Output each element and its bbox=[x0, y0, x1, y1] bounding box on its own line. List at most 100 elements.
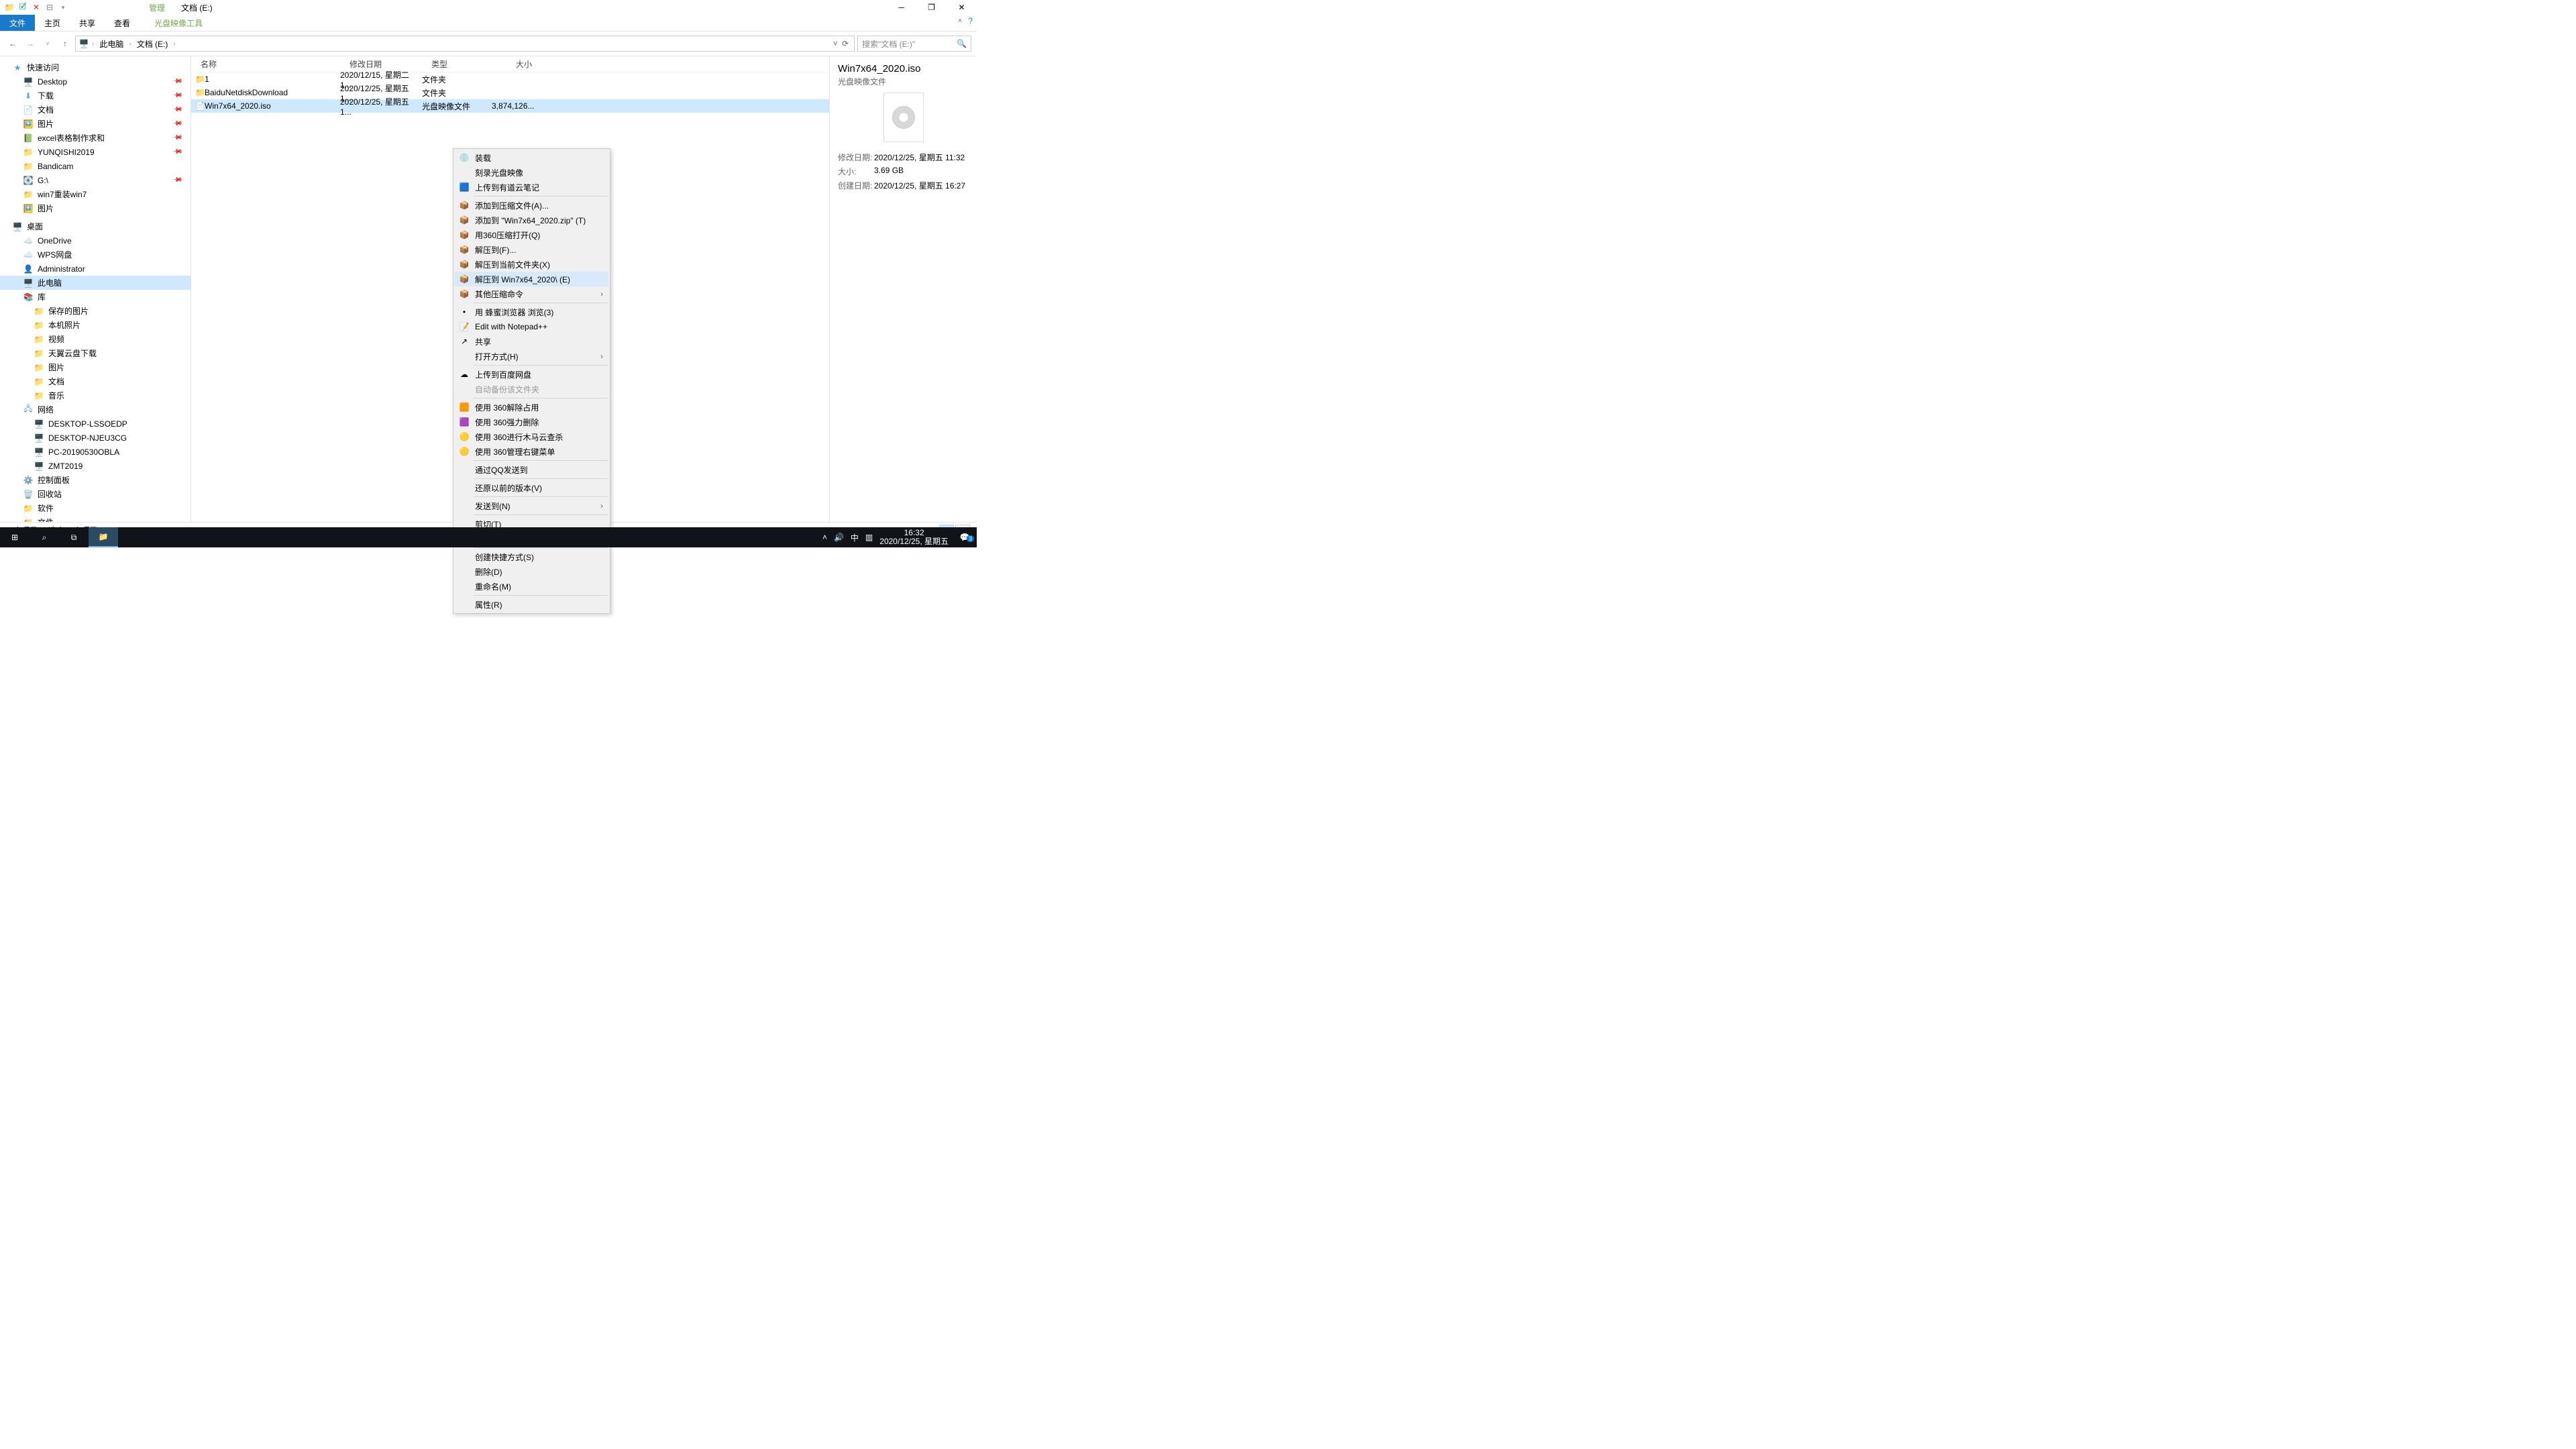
menu-item[interactable]: 还原以前的版本(V) bbox=[455, 480, 608, 495]
qat-props-icon[interactable]: ⊟ bbox=[44, 2, 55, 13]
tree-item[interactable]: 🗑️回收站 bbox=[0, 487, 191, 501]
tree-item[interactable]: 📁YUNQISHI2019📌 bbox=[0, 145, 191, 159]
tree-item[interactable]: 📁音乐 bbox=[0, 388, 191, 402]
menu-item[interactable]: 通过QQ发送到 bbox=[455, 462, 608, 477]
menu-item[interactable]: 📝 Edit with Notepad++ bbox=[455, 319, 608, 334]
tree-item[interactable]: 🖼️图片 bbox=[0, 201, 191, 215]
menu-item[interactable]: 删除(D) bbox=[455, 564, 608, 579]
tree-item[interactable]: 💽G:\📌 bbox=[0, 173, 191, 187]
tree-item[interactable]: 📁win7重装win7 bbox=[0, 187, 191, 201]
table-row[interactable]: 📁 1 2020/12/15, 星期二 1... 文件夹 bbox=[191, 72, 829, 86]
tree-item[interactable]: 📁文件 bbox=[0, 515, 191, 522]
tree-item[interactable]: 🖥️DESKTOP-LSSOEDP bbox=[0, 417, 191, 431]
ime-indicator[interactable]: 中 bbox=[851, 532, 859, 543]
menu-item[interactable]: 重命名(M) bbox=[455, 579, 608, 594]
tree-item[interactable]: ☁️OneDrive bbox=[0, 233, 191, 248]
menu-item[interactable]: ☁ 上传到百度网盘 bbox=[455, 367, 608, 382]
tree-item[interactable]: 🖥️PC-20190530OBLA bbox=[0, 445, 191, 459]
tab-file[interactable]: 文件 bbox=[0, 15, 35, 31]
crumb-drive[interactable]: 文档 (E:) bbox=[134, 38, 171, 50]
tab-view[interactable]: 查看 bbox=[105, 15, 140, 31]
col-name[interactable]: 名称 bbox=[191, 58, 340, 70]
menu-item[interactable]: 📦 解压到(F)... bbox=[455, 242, 608, 257]
menu-item[interactable]: 打开方式(H) › bbox=[455, 349, 608, 364]
forward-button[interactable]: → bbox=[23, 36, 38, 51]
tree-item[interactable]: 📁文档 bbox=[0, 374, 191, 388]
menu-item[interactable]: ↗ 共享 bbox=[455, 334, 608, 349]
menu-item[interactable]: 💿 装载 bbox=[455, 150, 608, 165]
qat-delete-icon[interactable]: ✕ bbox=[31, 2, 42, 13]
column-headers[interactable]: 名称 修改日期 类型 大小 bbox=[191, 56, 829, 72]
ribbon-toggle-icon[interactable]: ˄ bbox=[958, 17, 962, 25]
tree-item[interactable]: 🖥️Desktop📌 bbox=[0, 74, 191, 89]
search-icon[interactable]: 🔍 bbox=[957, 39, 967, 48]
address-dropdown-icon[interactable]: ˅ bbox=[833, 39, 838, 48]
menu-item[interactable]: 📦 解压到 Win7x64_2020\ (E) bbox=[455, 272, 608, 286]
tree-item[interactable]: 🖥️DESKTOP-NJEU3CG bbox=[0, 431, 191, 445]
tray-app-icon[interactable]: ▥ bbox=[865, 533, 873, 542]
menu-item[interactable]: 创建快捷方式(S) bbox=[455, 549, 608, 564]
breadcrumb[interactable]: 🖥️ › 此电脑 › 文档 (E:) › ˅ ⟳ bbox=[75, 36, 855, 52]
tray-chevron-icon[interactable]: ˄ bbox=[822, 533, 827, 542]
refresh-icon[interactable]: ⟳ bbox=[842, 39, 849, 48]
explorer-task-button[interactable]: 📁 bbox=[89, 527, 118, 547]
menu-item[interactable]: • 用 蜂蜜浏览器 浏览(3) bbox=[455, 305, 608, 319]
menu-item[interactable]: 📦 解压到当前文件夹(X) bbox=[455, 257, 608, 272]
tree-item[interactable]: ☁️WPS网盘 bbox=[0, 248, 191, 262]
menu-item[interactable]: 📦 添加到 "Win7x64_2020.zip" (T) bbox=[455, 213, 608, 227]
tree-item[interactable]: 📁图片 bbox=[0, 360, 191, 374]
tree-item[interactable]: 👤Administrator bbox=[0, 262, 191, 276]
menu-item[interactable]: 刻录光盘映像 bbox=[455, 165, 608, 180]
tree-item[interactable]: 📁Bandicam bbox=[0, 159, 191, 173]
chevron-right-icon[interactable]: › bbox=[173, 40, 175, 48]
tree-item[interactable]: 📁软件 bbox=[0, 501, 191, 515]
tree-item[interactable]: 📁保存的图片 bbox=[0, 304, 191, 318]
search-input[interactable]: 搜索"文档 (E:)" 🔍 bbox=[857, 36, 971, 52]
menu-item[interactable]: 📦 用360压缩打开(Q) bbox=[455, 227, 608, 242]
chevron-right-icon[interactable]: › bbox=[129, 40, 131, 48]
tree-quick-access[interactable]: ★快速访问 bbox=[0, 60, 191, 74]
up-button[interactable]: ↑ bbox=[58, 36, 72, 51]
clock[interactable]: 16:32 2020/12/25, 星期五 bbox=[879, 529, 949, 546]
search-button[interactable]: ⌕ bbox=[30, 527, 59, 547]
minimize-button[interactable]: ─ bbox=[886, 0, 916, 15]
back-button[interactable]: ← bbox=[5, 36, 20, 51]
table-row[interactable]: 📁 BaiduNetdiskDownload 2020/12/25, 星期五 1… bbox=[191, 86, 829, 99]
table-row[interactable]: 📄 Win7x64_2020.iso 2020/12/25, 星期五 1... … bbox=[191, 99, 829, 113]
notifications-button[interactable]: 💬3 bbox=[955, 533, 974, 542]
tree-item[interactable]: 🖼️图片📌 bbox=[0, 117, 191, 131]
menu-item[interactable]: 🟧 使用 360解除占用 bbox=[455, 400, 608, 415]
chevron-right-icon[interactable]: › bbox=[92, 40, 94, 48]
tree-item[interactable]: ⚙️控制面板 bbox=[0, 473, 191, 487]
maximize-button[interactable]: ❐ bbox=[916, 0, 947, 15]
col-size[interactable]: 大小 bbox=[492, 58, 539, 70]
menu-item[interactable]: 🟪 使用 360强力删除 bbox=[455, 415, 608, 429]
tab-disc-tools[interactable]: 光盘映像工具 bbox=[145, 15, 212, 31]
qat-save-icon[interactable]: 🗹 bbox=[17, 2, 28, 13]
tree-item[interactable]: 📗excel表格制作求和📌 bbox=[0, 131, 191, 145]
task-view-button[interactable]: ⧉ bbox=[59, 527, 89, 547]
menu-item[interactable]: 发送到(N) › bbox=[455, 498, 608, 513]
tree-desktop[interactable]: 🖥️桌面 bbox=[0, 219, 191, 233]
volume-icon[interactable]: 🔊 bbox=[834, 533, 844, 542]
menu-item[interactable]: 🟦 上传到有道云笔记 bbox=[455, 180, 608, 195]
recent-dropdown[interactable]: ˅ bbox=[40, 36, 55, 51]
tree-item[interactable]: 📄文档📌 bbox=[0, 103, 191, 117]
tree-item[interactable]: ⬇下载📌 bbox=[0, 89, 191, 103]
menu-item[interactable]: 属性(R) bbox=[455, 597, 608, 612]
tab-share[interactable]: 共享 bbox=[70, 15, 105, 31]
menu-item[interactable]: 🟡 使用 360进行木马云查杀 bbox=[455, 429, 608, 444]
tree-item[interactable]: 🖥️ZMT2019 bbox=[0, 459, 191, 473]
qat-dropdown-icon[interactable]: ▾ bbox=[58, 2, 68, 13]
tree-item[interactable]: 📁天翼云盘下载 bbox=[0, 346, 191, 360]
help-icon[interactable]: ? bbox=[968, 16, 973, 25]
menu-item[interactable]: 📦 添加到压缩文件(A)... bbox=[455, 198, 608, 213]
start-button[interactable]: ⊞ bbox=[0, 527, 30, 547]
col-type[interactable]: 类型 bbox=[422, 58, 492, 70]
tree-item[interactable]: 🖥️此电脑 bbox=[0, 276, 191, 290]
close-button[interactable]: ✕ bbox=[947, 0, 977, 15]
tree-item[interactable]: 📁视频 bbox=[0, 332, 191, 346]
col-date[interactable]: 修改日期 bbox=[340, 58, 422, 70]
menu-item[interactable]: 🟡 使用 360管理右键菜单 bbox=[455, 444, 608, 459]
menu-item[interactable]: 📦 其他压缩命令 › bbox=[455, 286, 608, 301]
